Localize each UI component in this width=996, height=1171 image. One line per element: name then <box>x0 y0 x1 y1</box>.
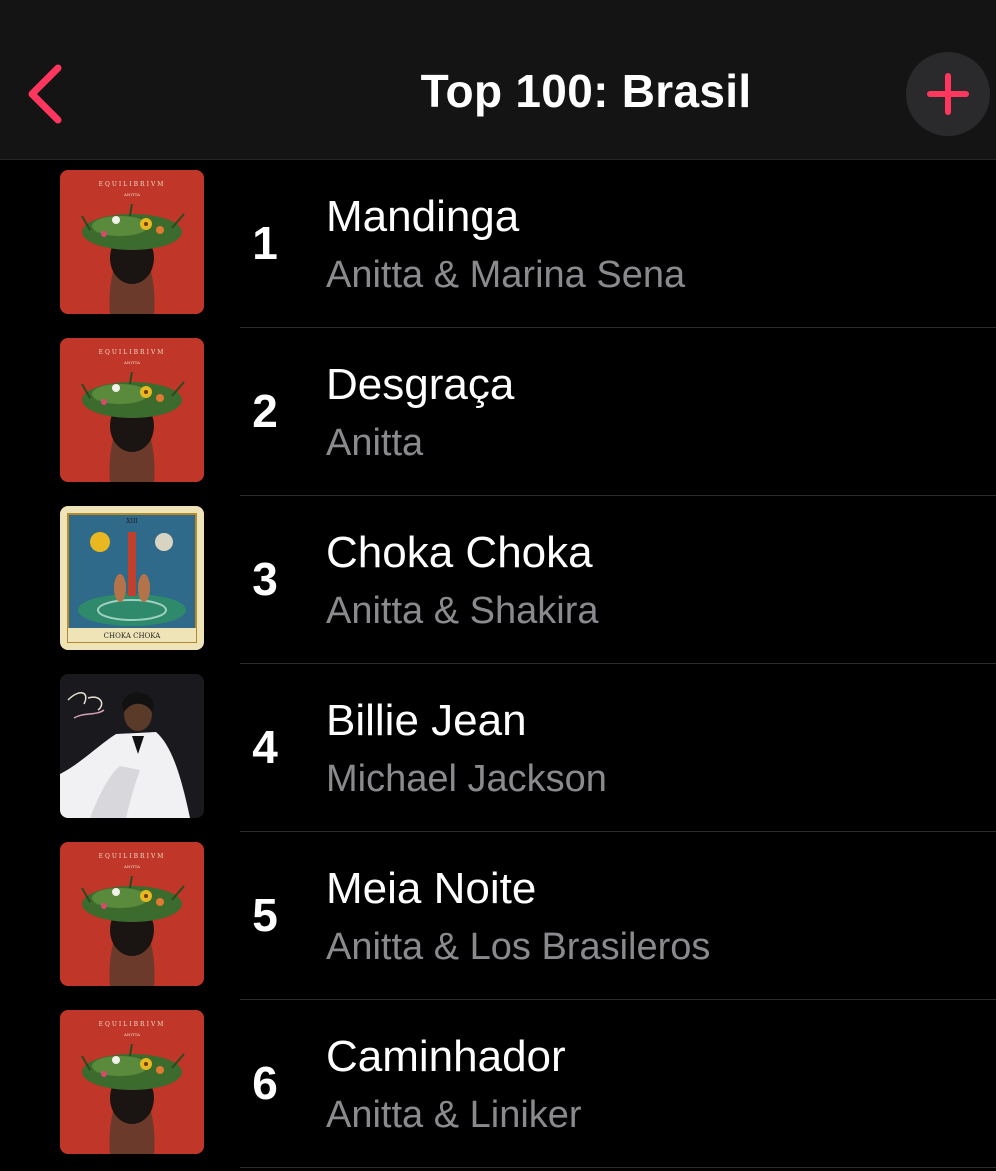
track-title: Billie Jean <box>326 696 527 745</box>
track-title: Desgraça <box>326 360 515 409</box>
navigation-bar: Top 100: Brasil <box>0 0 996 160</box>
track-title: Choka Choka <box>326 528 593 577</box>
row-divider <box>240 1167 996 1168</box>
plus-icon <box>927 73 969 115</box>
album-art <box>60 338 204 482</box>
track-artist: Anitta & Liniker <box>326 1094 582 1136</box>
track-row[interactable]: 6 Caminhador Anitta & Liniker <box>0 1000 996 1168</box>
album-art <box>60 674 204 818</box>
track-artist: Anitta <box>326 422 424 464</box>
track-title: Mandinga <box>326 192 520 241</box>
track-title: Meia Noite <box>326 864 537 913</box>
add-button[interactable] <box>906 52 990 136</box>
track-row[interactable]: 1 Mandinga Anitta & Marina Sena <box>0 160 996 328</box>
album-art <box>60 170 204 314</box>
track-rank: 6 <box>252 1057 278 1109</box>
track-artist: Michael Jackson <box>326 758 607 800</box>
track-rank: 3 <box>252 553 278 605</box>
track-rank: 5 <box>252 889 278 941</box>
track-artist: Anitta & Marina Sena <box>326 254 686 296</box>
page-title: Top 100: Brasil <box>420 65 752 117</box>
track-title: Caminhador <box>326 1032 566 1081</box>
track-rank: 2 <box>252 385 278 437</box>
track-row[interactable]: 4 Billie Jean Michael Jackson <box>0 664 996 832</box>
track-row[interactable]: 3 Choka Choka Anitta & Shakira <box>0 496 996 664</box>
album-art <box>60 1010 204 1154</box>
track-row[interactable]: 2 Desgraça Anitta <box>0 328 996 496</box>
track-artist: Anitta & Shakira <box>326 590 599 632</box>
album-art <box>60 842 204 986</box>
track-row[interactable]: 5 Meia Noite Anitta & Los Brasileros <box>0 832 996 1000</box>
track-rank: 1 <box>252 217 278 269</box>
track-artist: Anitta & Los Brasileros <box>326 926 711 968</box>
track-list: 1 Mandinga Anitta & Marina Sena 2 Desgra… <box>0 160 996 1168</box>
album-art <box>60 506 204 650</box>
track-rank: 4 <box>252 721 278 773</box>
